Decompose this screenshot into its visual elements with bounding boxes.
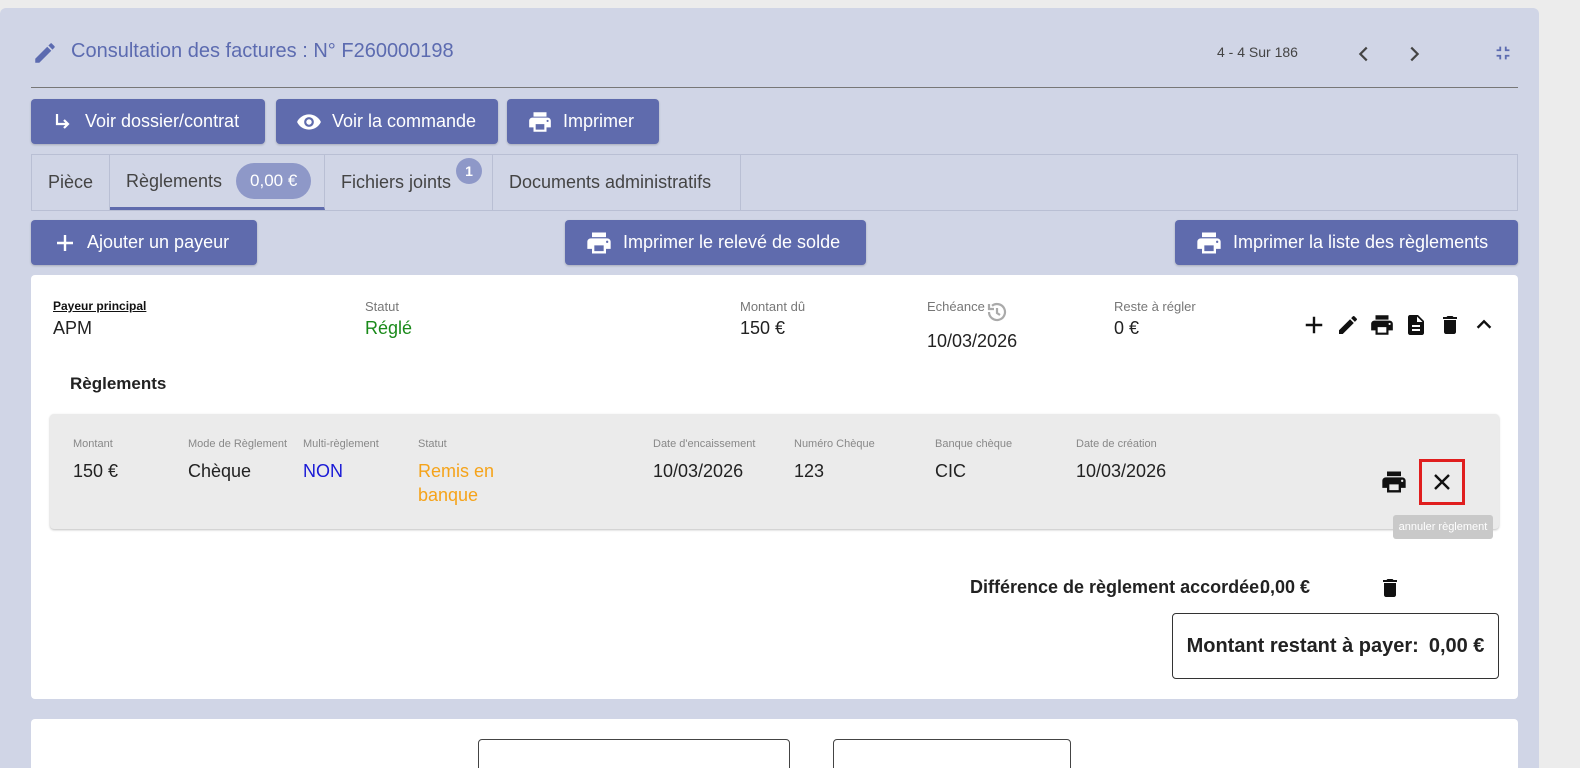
imprimer-liste-label: Imprimer la liste des règlements (1233, 232, 1489, 252)
header-divider (31, 87, 1518, 88)
payer-card: Payeur principal APM Statut Réglé Montan… (31, 275, 1518, 699)
payment-date-encaissement-label: Date d'encaissement (653, 438, 756, 450)
printer-icon (587, 232, 611, 253)
plus-icon (57, 234, 73, 251)
payment-montant-label: Montant (73, 438, 113, 450)
difference-label: Différence de règlement accordée: (970, 577, 1266, 597)
imprimer-liste-button[interactable]: Imprimer la liste des règlements (1175, 220, 1518, 265)
collapse-fullscreen-button[interactable] (1488, 38, 1518, 68)
imprimer-button[interactable]: Imprimer (507, 99, 659, 144)
payment-numero: 123 (794, 461, 825, 481)
trash-icon (1443, 316, 1457, 334)
payeur-label: Payeur principal (53, 299, 147, 313)
payment-banque-label: Banque chèque (935, 438, 1013, 450)
printer-icon (529, 111, 551, 132)
montant-du-value: 150 € (740, 318, 786, 338)
chevron-up-icon (1476, 319, 1492, 329)
difference-value: 0,00 € (1260, 577, 1311, 597)
voir-dossier-label: Voir dossier/contrat (85, 111, 240, 131)
edit-payer-button[interactable] (1334, 311, 1362, 339)
page-title: Consultation des factures : N° F26000019… (71, 40, 454, 62)
payment-date-creation-label: Date de création (1076, 438, 1157, 450)
payment-statut-label: Statut (418, 438, 447, 450)
payment-numero-label: Numéro Chèque (794, 438, 875, 450)
history-icon (987, 302, 1007, 322)
close-icon (1434, 474, 1450, 490)
echeance-label: Echéance (927, 299, 985, 314)
tab-piece-label: Pièce (48, 172, 94, 192)
fichiers-count-badge: 1 (456, 158, 482, 184)
payment-montant: 150 € (73, 461, 119, 481)
tab-documents-administratifs[interactable]: Documents administratifs (493, 155, 741, 210)
delete-difference-button[interactable] (1376, 574, 1404, 602)
delete-payer-button[interactable] (1436, 311, 1464, 339)
document-icon (1408, 315, 1424, 335)
echeance-history-button[interactable] (984, 299, 1010, 325)
next-button[interactable] (1399, 39, 1429, 69)
voir-commande-button[interactable]: Voir la commande (276, 99, 498, 144)
payment-mode: Chèque (188, 461, 252, 481)
plus-icon (1305, 316, 1323, 334)
payment-mode-label: Mode de Règlement (188, 438, 288, 450)
add-reglement-button[interactable] (1300, 311, 1328, 339)
payment-multi: NON (303, 461, 343, 481)
edit-icon (32, 40, 58, 66)
restant-label: Montant restant à payer: (1186, 634, 1419, 657)
pager-text: 4 - 4 Sur 186 (1217, 44, 1298, 60)
previous-button[interactable] (1349, 39, 1379, 69)
payment-banque: CIC (935, 461, 966, 481)
lower-field-2[interactable] (833, 739, 1071, 768)
tab-reglements-label: Règlements (126, 170, 223, 191)
document-payer-button[interactable] (1402, 311, 1430, 339)
ajouter-payeur-button[interactable]: Ajouter un payeur (31, 220, 257, 265)
payment-date-creation: 10/03/2026 (1076, 461, 1167, 481)
payeur-value: APM (53, 318, 93, 338)
printer-icon (1382, 471, 1406, 493)
print-payment-button[interactable] (1380, 468, 1408, 496)
payment-multi-label: Multi-règlement (303, 438, 379, 450)
tab-fichiers-label: Fichiers joints (341, 172, 452, 192)
eye-icon (297, 113, 321, 130)
print-payer-button[interactable] (1368, 311, 1396, 339)
montant-du-label: Montant dû (740, 299, 806, 314)
printer-icon (1371, 315, 1393, 335)
annuler-reglement-tooltip: annuler règlement (1393, 515, 1493, 539)
trash-icon (1383, 579, 1397, 597)
reste-value: 0 € (1114, 318, 1140, 338)
annuler-reglement-button[interactable] (1419, 459, 1465, 505)
imprimer-releve-button[interactable]: Imprimer le relevé de solde (565, 220, 866, 265)
chevron-right-icon (1410, 46, 1420, 62)
tab-piece[interactable]: Pièce (32, 155, 110, 210)
payment-row: Montant 150 € Mode de Règlement Chèque M… (50, 414, 1499, 539)
echeance-value: 10/03/2026 (927, 331, 1018, 351)
reglements-section-title: Règlements (70, 374, 167, 393)
payment-statut-line1: Remis en (418, 461, 495, 481)
pencil-icon (1339, 315, 1358, 334)
voir-dossier-button[interactable]: Voir dossier/contrat (31, 99, 265, 144)
lower-field-1[interactable] (478, 739, 790, 768)
statut-value: Réglé (365, 318, 413, 338)
tab-reglements[interactable]: Règlements 0,00 € (110, 155, 325, 210)
payment-date-encaissement: 10/03/2026 (653, 461, 744, 481)
imprimer-releve-label: Imprimer le relevé de solde (623, 232, 841, 252)
reglements-amount-badge: 0,00 € (236, 163, 312, 199)
lower-card (31, 719, 1518, 768)
voir-commande-label: Voir la commande (332, 111, 477, 131)
montant-restant-box: Montant restant à payer: 0,00 € (1172, 613, 1499, 679)
printer-icon (1197, 232, 1221, 253)
tab-documents-label: Documents administratifs (509, 172, 712, 192)
tabs-bar: Pièce Règlements 0,00 € Fichiers joints … (31, 154, 1518, 211)
ajouter-payeur-label: Ajouter un payeur (87, 232, 230, 252)
reste-label: Reste à régler (1114, 299, 1196, 314)
payment-statut-line2: banque (418, 485, 479, 505)
subdirectory-arrow-icon (55, 113, 70, 129)
collapse-payer-button[interactable] (1470, 311, 1498, 339)
statut-label: Statut (365, 299, 399, 314)
imprimer-label: Imprimer (563, 111, 634, 131)
fullscreen-exit-icon (1496, 46, 1510, 60)
chevron-left-icon (1358, 46, 1368, 62)
restant-value: 0,00 € (1428, 634, 1485, 657)
